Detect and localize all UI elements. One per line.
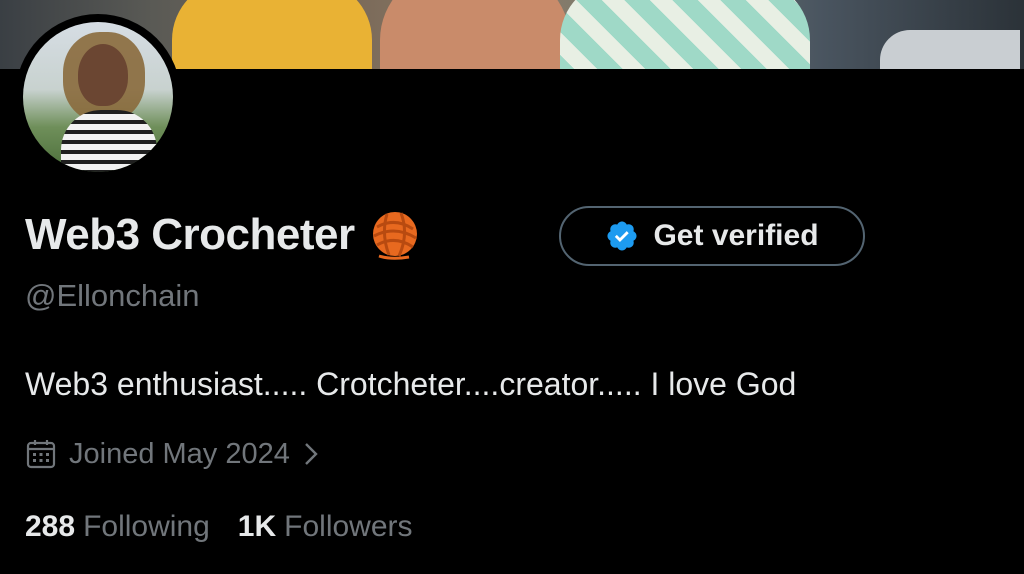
banner-person-center xyxy=(380,0,570,69)
follow-stats: 288 Following 1K Followers xyxy=(25,510,441,544)
chevron-right-icon xyxy=(305,443,318,465)
following-label: Following xyxy=(83,510,210,543)
banner-person-patterned xyxy=(560,0,810,69)
verified-badge-icon xyxy=(607,221,637,251)
joined-date[interactable]: Joined May 2024 xyxy=(25,434,322,474)
yarn-icon xyxy=(372,212,417,260)
get-verified-button[interactable]: Get verified xyxy=(559,206,865,266)
banner-person-yellow xyxy=(172,0,372,69)
profile-bio: Web3 enthusiast..... Crotcheter....creat… xyxy=(25,366,797,402)
following-count: 288 xyxy=(25,510,76,543)
user-handle: @Ellonchain xyxy=(25,278,200,313)
followers-label: Followers xyxy=(284,510,413,543)
followers-count: 1K xyxy=(237,510,277,543)
avatar-image xyxy=(23,22,173,172)
name-row: Web3 Crocheter xyxy=(25,205,421,265)
calendar-icon xyxy=(26,440,56,469)
get-verified-label: Get verified xyxy=(653,219,819,252)
followers-link[interactable]: 1K Followers xyxy=(238,510,413,544)
avatar[interactable] xyxy=(15,14,181,180)
joined-text: Joined May 2024 xyxy=(69,437,290,470)
banner-car xyxy=(880,30,1020,69)
display-name: Web3 Crocheter xyxy=(25,210,355,259)
following-link[interactable]: 288 Following xyxy=(25,510,210,544)
